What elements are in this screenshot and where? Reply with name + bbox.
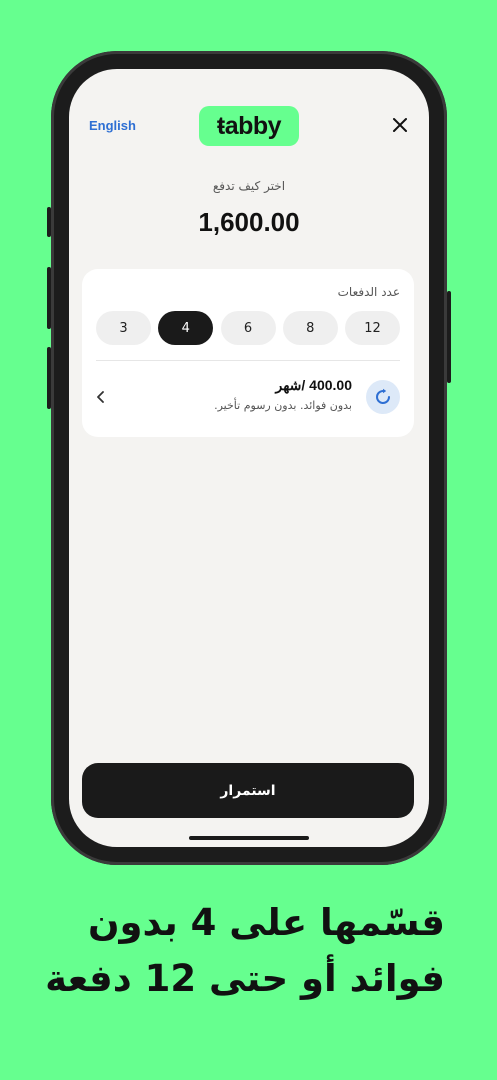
phone-power-button — [447, 291, 451, 383]
home-indicator — [189, 836, 309, 840]
installment-option-4[interactable]: 4 — [158, 311, 214, 345]
installment-options: 3 4 6 8 12 — [96, 311, 400, 345]
phone-volume-down — [47, 347, 51, 409]
phone-frame: English ŧabby اختر كيف تدفع 1,600.00 عدد… — [47, 51, 451, 865]
total-amount: 1,600.00 — [198, 207, 300, 237]
installment-card: عدد الدفعات 3 4 6 8 12 400.00 /شهر بدون … — [82, 269, 414, 437]
promo-line-1: قسّمها على 4 بدون — [87, 901, 445, 944]
header: English ŧabby — [69, 69, 429, 179]
tabby-logo: ŧabby — [199, 106, 299, 146]
language-toggle[interactable]: English — [89, 118, 136, 133]
app-screen: English ŧabby اختر كيف تدفع 1,600.00 عدد… — [69, 69, 429, 847]
close-icon[interactable] — [391, 116, 409, 134]
payment-subtitle: اختر كيف تدفع — [212, 179, 286, 193]
phone-volume-up — [47, 267, 51, 329]
installment-option-12[interactable]: 12 — [345, 311, 400, 345]
promo-caption: قسّمها على 4 بدون فوائد أو حتى 12 دفعة — [25, 895, 445, 1007]
phone-side-button — [47, 207, 51, 237]
continue-button[interactable]: استمرار — [82, 763, 414, 818]
installment-option-3[interactable]: 3 — [96, 311, 151, 345]
refresh-icon — [366, 380, 400, 414]
plan-note: بدون فوائد. بدون رسوم تأخير. — [214, 399, 352, 412]
chevron-left-icon — [97, 391, 104, 403]
plan-row[interactable]: 400.00 /شهر بدون فوائد. بدون رسوم تأخير. — [96, 373, 400, 423]
monthly-price: 400.00 /شهر — [275, 377, 352, 393]
installments-label: عدد الدفعات — [337, 285, 400, 299]
installment-option-8[interactable]: 8 — [282, 311, 338, 345]
divider — [96, 360, 400, 361]
promo-line-2: فوائد أو حتى 12 دفعة — [45, 957, 445, 1000]
installment-option-6[interactable]: 6 — [220, 311, 276, 345]
